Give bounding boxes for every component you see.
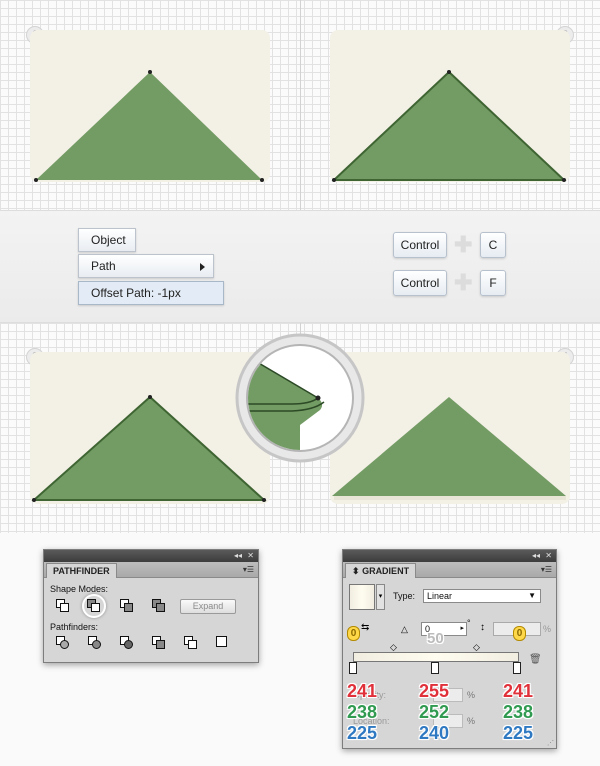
degree-symbol: °	[467, 618, 471, 628]
minus-front-icon[interactable]	[87, 599, 101, 613]
stop1-blue: 225	[347, 723, 378, 743]
aspect-ratio-icon: ↕	[480, 622, 485, 633]
expand-button[interactable]: Expand	[180, 599, 236, 614]
panel-titlebar: ◂◂ ✕	[343, 550, 556, 562]
anchor-point	[315, 395, 321, 401]
merge-icon[interactable]	[120, 636, 134, 650]
stop1-red: 241	[347, 681, 378, 701]
midpoint-diamond-icon[interactable]: ◇	[473, 642, 480, 653]
triangle-highlight	[334, 496, 566, 500]
triangle-shape-4	[332, 397, 566, 496]
anchor-point	[262, 498, 266, 502]
tab-gradient[interactable]: ⬍ GRADIENT	[345, 563, 417, 578]
badge-aspect: 0	[513, 626, 526, 641]
crop-icon[interactable]	[152, 636, 166, 650]
angle-icon: △	[401, 624, 408, 634]
gradient-swatch[interactable]	[349, 584, 375, 610]
exclude-icon[interactable]	[152, 599, 166, 613]
tab-arrows-icon: ⬍	[352, 566, 360, 576]
outline-icon[interactable]	[184, 636, 198, 650]
collapse-icon[interactable]: ◂◂	[234, 551, 242, 561]
type-select[interactable]: Linear ▼	[423, 589, 541, 603]
panel-menu-icon[interactable]: ▾☰	[541, 565, 552, 574]
panel-titlebar: ◂◂ ✕	[44, 550, 258, 562]
swatch-dropdown[interactable]: ▾	[376, 584, 385, 610]
panel-tabbar: ⬍ GRADIENT ▾☰	[343, 562, 556, 578]
reverse-gradient-icon[interactable]: ⇆	[361, 622, 369, 633]
pathfinders-label: Pathfinders:	[50, 622, 99, 632]
stop3-green: 238	[503, 702, 534, 722]
gradient-stop-left[interactable]	[349, 662, 357, 674]
trash-icon[interactable]: 🗑	[529, 654, 542, 665]
shape-modes-label: Shape Modes:	[50, 584, 109, 594]
stop3-blue: 225	[503, 723, 534, 743]
tab-gradient-label: GRADIENT	[362, 566, 410, 576]
trim-icon[interactable]	[88, 636, 102, 650]
triangle-shape-3	[31, 395, 267, 501]
gradient-stop-middle[interactable]	[431, 662, 439, 674]
percent-symbol: %	[467, 716, 476, 726]
close-icon[interactable]: ✕	[247, 551, 254, 561]
unite-icon[interactable]	[56, 599, 70, 613]
panel-tabbar: PATHFINDER ▾☰	[44, 562, 258, 578]
panel-menu-icon[interactable]: ▾☰	[243, 565, 254, 574]
gradient-panel: ◂◂ ✕ ⬍ GRADIENT ▾☰ ▾ Type: Linear ▼ 0 ⇆ …	[342, 549, 557, 749]
minus-back-icon[interactable]	[216, 636, 230, 650]
percent-symbol: %	[467, 690, 476, 700]
type-select-value: Linear	[427, 591, 453, 601]
stop3-red: 241	[503, 681, 534, 701]
anchor-point	[32, 498, 36, 502]
tab-pathfinder[interactable]: PATHFINDER	[46, 563, 117, 578]
resize-grip-icon[interactable]: ⋰	[547, 739, 554, 747]
midpoint-diamond-icon[interactable]: ◇	[390, 642, 397, 653]
badge-location-value: 50	[427, 630, 444, 647]
chevron-down-icon: ▼	[528, 591, 536, 600]
gradient-slider[interactable]	[353, 652, 519, 662]
stop2-blue: 240	[419, 723, 450, 743]
type-label: Type:	[393, 591, 416, 601]
stop2-red: 255	[419, 681, 450, 701]
anchor-point	[148, 395, 152, 399]
stepper-icon: ▸	[460, 625, 464, 632]
gradient-stop-right[interactable]	[513, 662, 521, 674]
pathfinder-panel: ◂◂ ✕ PATHFINDER ▾☰ Shape Modes: Expand P…	[43, 549, 259, 663]
divide-icon[interactable]	[56, 636, 70, 650]
stop2-green: 252	[419, 702, 450, 722]
intersect-icon[interactable]	[120, 599, 134, 613]
badge-reverse: 0	[347, 626, 360, 641]
collapse-icon[interactable]: ◂◂	[532, 551, 540, 561]
stop1-green: 238	[347, 702, 378, 722]
triangle-shapes-middle	[31, 333, 566, 502]
close-icon[interactable]: ✕	[545, 551, 552, 561]
percent-symbol: %	[543, 624, 552, 634]
